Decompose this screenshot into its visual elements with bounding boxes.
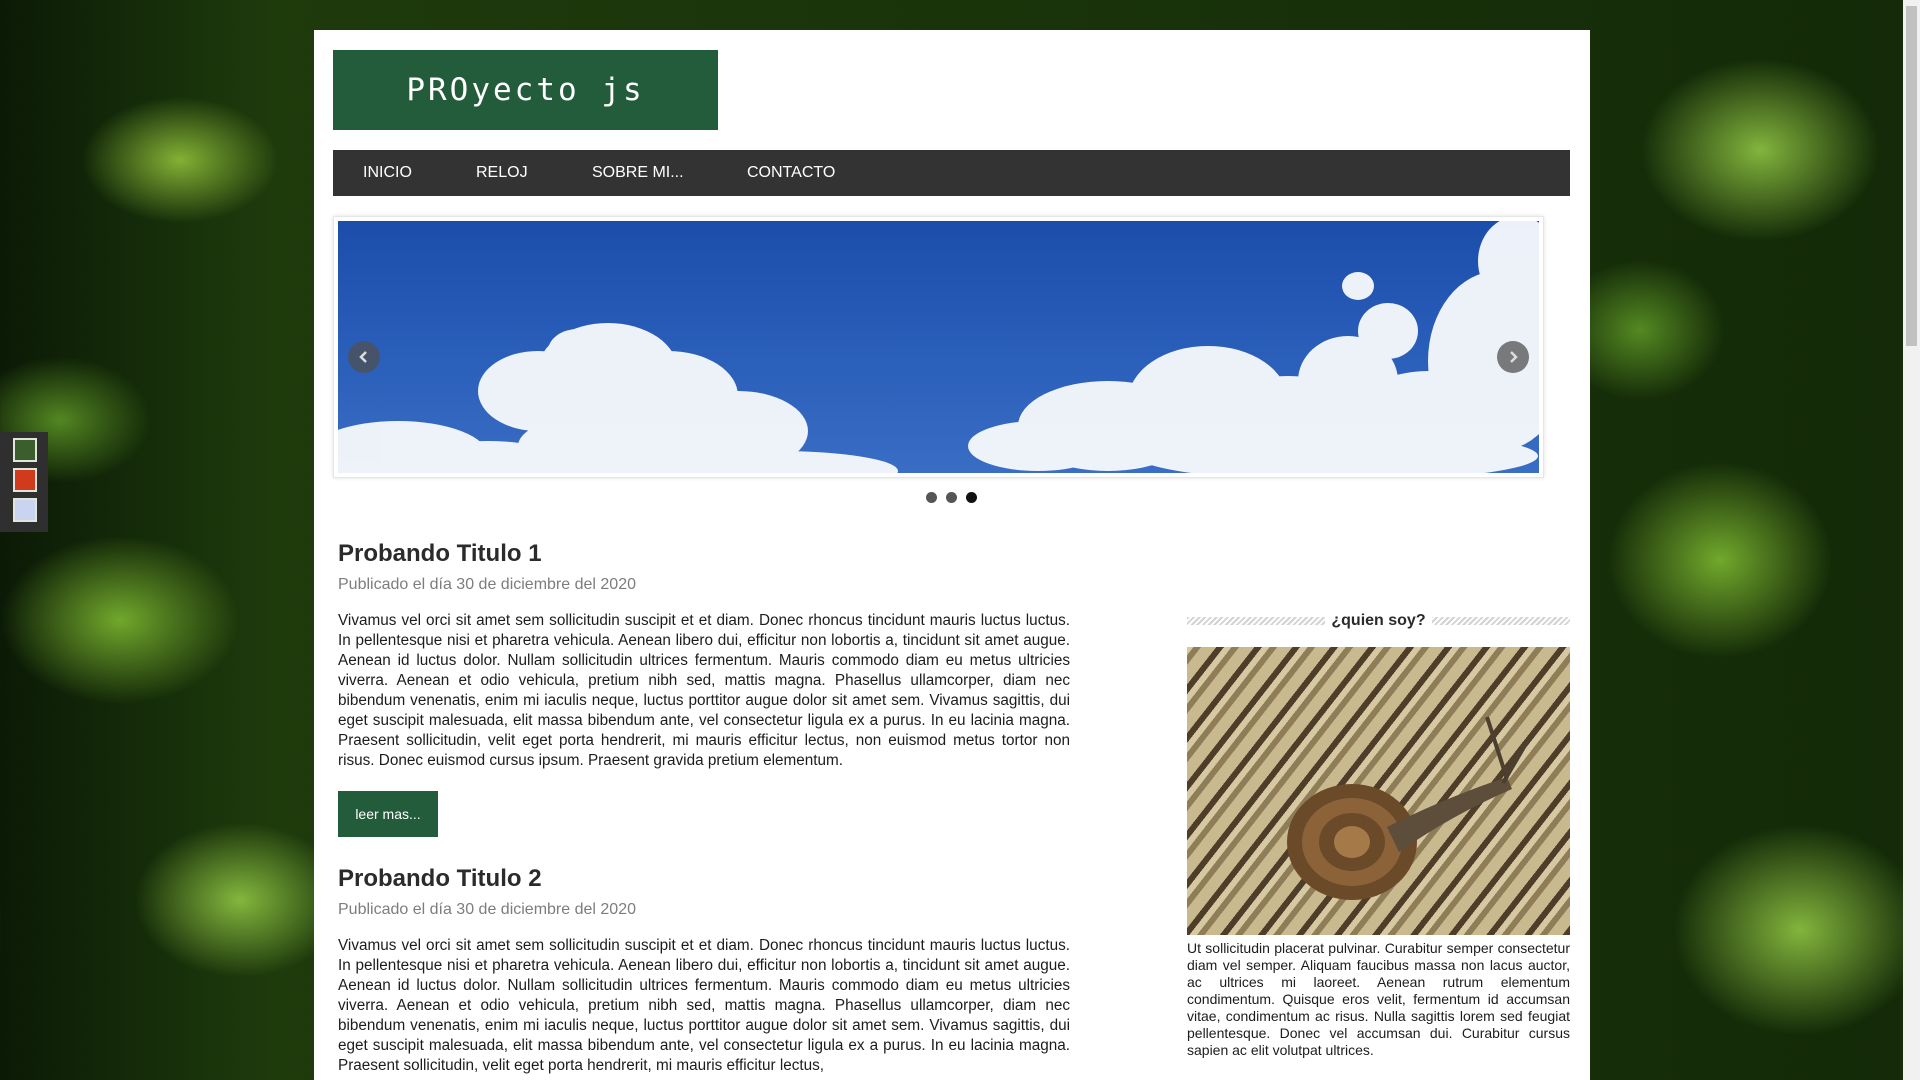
widget-title-about: ¿quien soy? — [1187, 606, 1570, 636]
article-title: Probando Titulo 2 — [338, 865, 542, 892]
read-more-button[interactable]: leer mas... — [338, 791, 438, 837]
slider-pagination — [314, 492, 1570, 503]
article-title: Probando Titulo 1 — [338, 540, 542, 567]
nav-item-contacto[interactable]: CONTACTO — [747, 150, 835, 196]
article-date: Publicado el día 30 de diciembre del 202… — [338, 576, 636, 593]
snail-image — [1287, 716, 1529, 900]
sky-clouds-image — [338, 221, 1539, 473]
main-nav: INICIO RELOJ SOBRE MI... CONTACTO — [333, 150, 1570, 196]
page-container: PROyecto js INICIO RELOJ SOBRE MI... CON… — [314, 30, 1590, 1080]
nav-item-label: RELOJ — [476, 164, 528, 181]
article-date: Publicado el día 30 de diciembre del 202… — [338, 901, 636, 918]
nav-item-inicio[interactable]: INICIO — [363, 150, 412, 196]
nav-item-label: SOBRE MI... — [592, 164, 684, 181]
nav-item-label: INICIO — [363, 164, 412, 181]
article-body: Vivamus vel orci sit amet sem sollicitud… — [338, 612, 1070, 769]
image-slider — [333, 216, 1544, 478]
chevron-left-icon — [359, 351, 367, 363]
about-photo-snail — [1187, 647, 1570, 935]
slider-next-button[interactable] — [1497, 341, 1529, 373]
articles-list: Probando Titulo 1 Publicado el día 30 de… — [338, 540, 1070, 1080]
theme-switcher — [0, 432, 48, 532]
theme-swatch-green[interactable] — [13, 438, 37, 462]
site-logo[interactable]: PROyecto js — [333, 50, 718, 130]
slider-dot-1[interactable] — [926, 492, 937, 503]
widget-title-text: ¿quien soy? — [1325, 612, 1432, 630]
sidebar: ¿quien soy? Ut sollicitudin placerat pul… — [1187, 606, 1570, 1080]
slider-prev-button[interactable] — [348, 341, 380, 373]
article-body: Vivamus vel orci sit amet sem sollicitud… — [338, 937, 1070, 1074]
article: Probando Titulo 2 Publicado el día 30 de… — [338, 865, 1070, 1076]
theme-swatch-blue[interactable] — [13, 498, 37, 522]
nav-item-label: CONTACTO — [747, 164, 836, 181]
scrollbar-thumb[interactable] — [1906, 6, 1917, 346]
slide-image-sky — [338, 221, 1539, 473]
about-text: Ut sollicitudin placerat pulvinar. Curab… — [1187, 940, 1570, 1058]
slider-dot-3[interactable] — [966, 492, 977, 503]
chevron-right-icon — [1510, 351, 1518, 363]
nav-item-reloj[interactable]: RELOJ — [476, 150, 528, 196]
slider-dot-2[interactable] — [946, 492, 957, 503]
site-logo-text: PROyecto js — [406, 72, 645, 108]
theme-swatch-red[interactable] — [13, 468, 37, 492]
page-scrollbar[interactable] — [1903, 0, 1920, 1080]
nav-item-sobre-mi[interactable]: SOBRE MI... — [592, 150, 684, 196]
article: Probando Titulo 1 Publicado el día 30 de… — [338, 540, 1070, 837]
